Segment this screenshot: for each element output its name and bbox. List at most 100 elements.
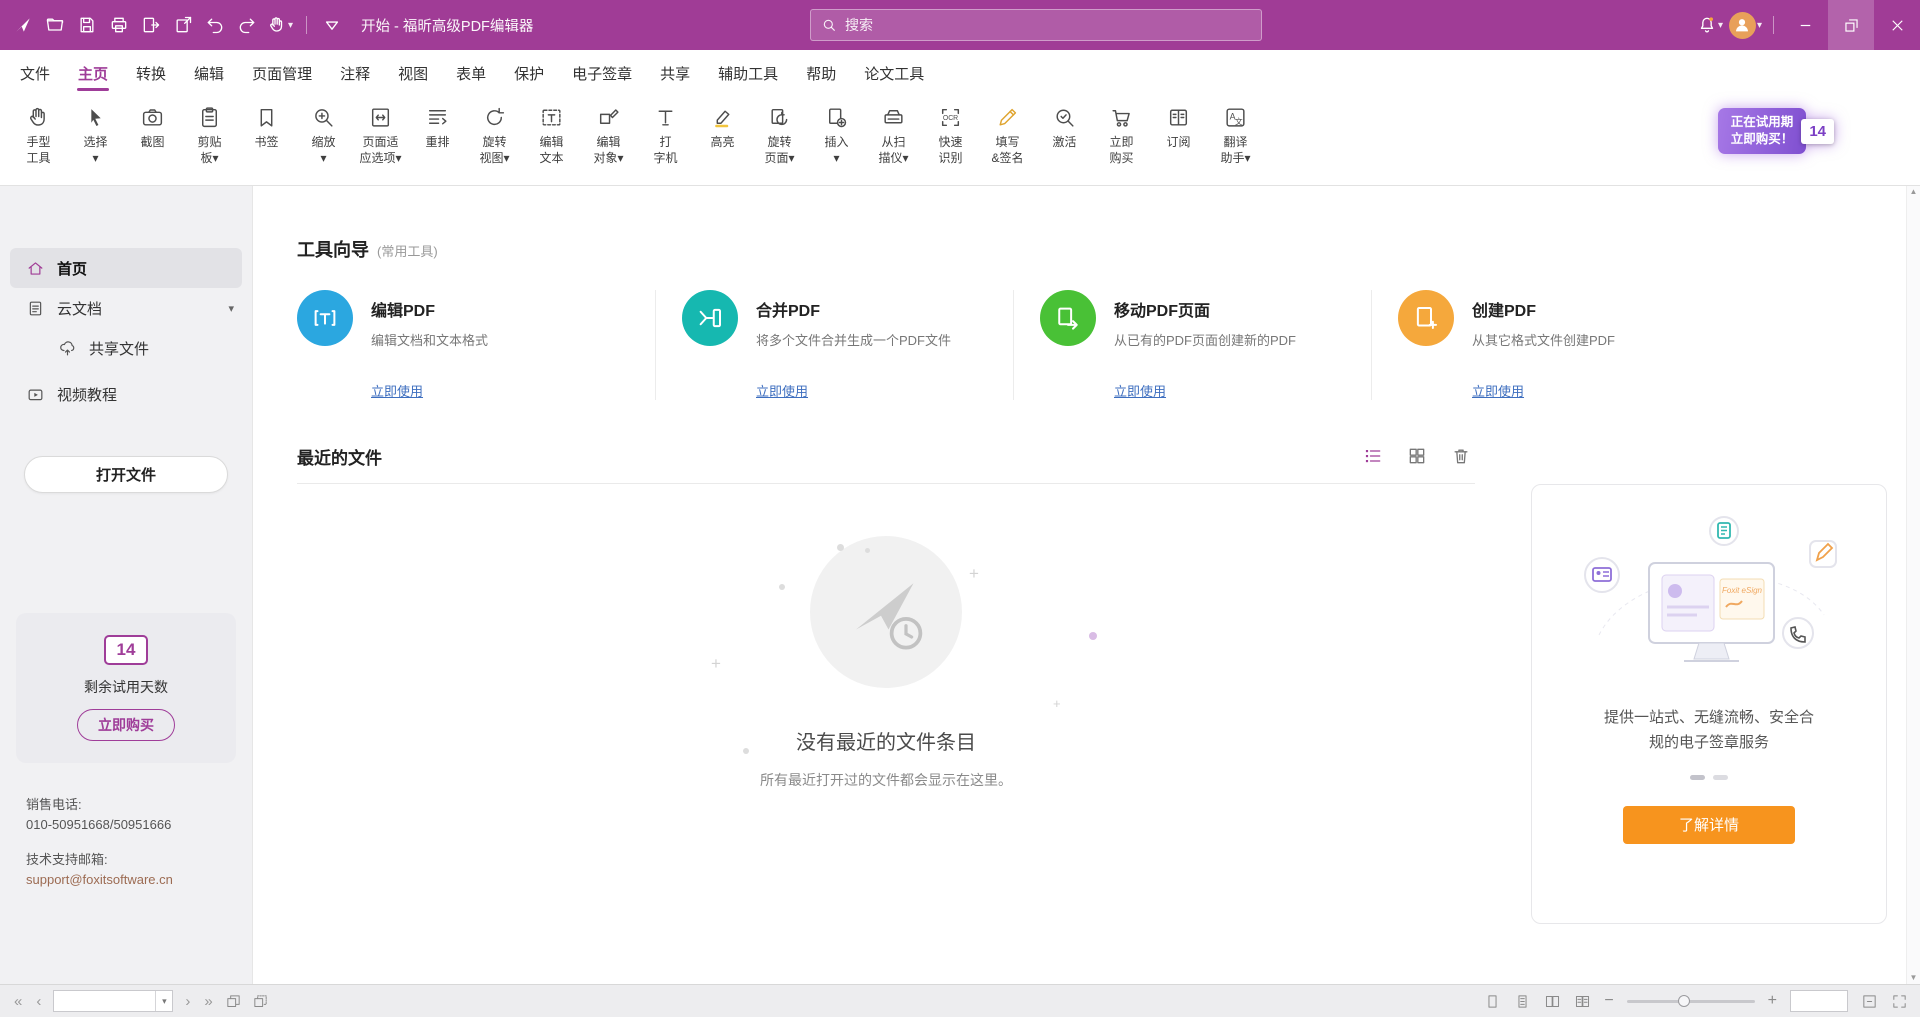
ribbon-tool-zoom[interactable]: 缩放▾: [297, 101, 350, 185]
carousel-dot[interactable]: [1713, 775, 1728, 780]
page-number-box[interactable]: ▾: [53, 990, 173, 1012]
ribbon-tool-highlight[interactable]: 高亮: [696, 101, 749, 185]
continuous-view-button[interactable]: [1514, 993, 1531, 1010]
snapshot-pages-icon[interactable]: [225, 993, 242, 1010]
ribbon-tool-fit-options[interactable]: 页面适应选项▾: [354, 101, 407, 185]
zoom-level-input[interactable]: [1791, 991, 1847, 1011]
ribbon-tool-subscribe[interactable]: 订阅: [1152, 101, 1205, 185]
ribbon-tool-fill-sign[interactable]: 填写&签名: [981, 101, 1034, 185]
buy-now-button[interactable]: 立即购买: [77, 709, 175, 741]
sidebar-item-cloud-docs[interactable]: 云文档 ▾: [0, 288, 252, 328]
menu-comment[interactable]: 注释: [326, 50, 384, 96]
menu-edit[interactable]: 编辑: [180, 50, 238, 96]
use-now-link[interactable]: 立即使用: [756, 381, 808, 400]
user-avatar[interactable]: ▾: [1726, 8, 1765, 42]
ribbon-tool-activate[interactable]: 激活: [1038, 101, 1091, 185]
ribbon-mode-button[interactable]: [317, 8, 347, 42]
tool-card-edit-pdf[interactable]: 编辑PDF 编辑文档和文本格式 立即使用: [297, 290, 655, 400]
trial-badge[interactable]: 正在试用期 立即购买！: [1718, 108, 1807, 154]
share-doc-icon[interactable]: [168, 8, 198, 42]
list-view-button[interactable]: [1363, 446, 1383, 466]
zoom-slider-thumb[interactable]: [1678, 995, 1690, 1007]
tool-card-move-pages[interactable]: 移动PDF页面 从已有的PDF页面创建新的PDF 立即使用: [1013, 290, 1371, 400]
ribbon-tool-rotate-view[interactable]: 旋转视图▾: [468, 101, 521, 185]
ribbon-tool-hand[interactable]: 手型工具: [12, 101, 65, 185]
close-button[interactable]: [1874, 0, 1920, 50]
fullscreen-button[interactable]: [1891, 993, 1908, 1010]
zoom-slider[interactable]: [1627, 1000, 1755, 1003]
menu-file[interactable]: 文件: [6, 50, 64, 96]
grid-view-button[interactable]: [1407, 446, 1427, 466]
open-file-pill-button[interactable]: 打开文件: [24, 456, 228, 493]
ribbon-tool-bookmark[interactable]: 书签: [240, 101, 293, 185]
export-icon[interactable]: [136, 8, 166, 42]
menu-page-manage[interactable]: 页面管理: [238, 50, 326, 96]
next-page-button[interactable]: ›: [183, 994, 192, 1009]
search-box[interactable]: [810, 9, 1262, 41]
menu-help[interactable]: 帮助: [792, 50, 850, 96]
ribbon-tool-buy-now[interactable]: 立即购买: [1095, 101, 1148, 185]
trash-icon[interactable]: [1451, 446, 1471, 466]
ribbon-tool-from-scanner[interactable]: 从扫描仪▾: [867, 101, 920, 185]
open-file-button[interactable]: [40, 8, 70, 42]
ribbon-tool-typewriter[interactable]: 打字机: [639, 101, 692, 185]
save-button[interactable]: [72, 8, 102, 42]
learn-more-button[interactable]: 了解详情: [1623, 806, 1795, 844]
tool-card-create-pdf[interactable]: 创建PDF 从其它格式文件创建PDF 立即使用: [1371, 290, 1729, 400]
carousel-dot-active[interactable]: [1690, 775, 1705, 780]
sidebar-item-video-tutorials[interactable]: 视频教程: [0, 374, 252, 414]
menu-share[interactable]: 共享: [646, 50, 704, 96]
trial-banner[interactable]: 正在试用期 立即购买！ 14: [1718, 108, 1834, 154]
ribbon-tool-translate[interactable]: A文 翻译助手▾: [1209, 101, 1262, 185]
sidebar-item-shared-files[interactable]: 共享文件: [0, 328, 252, 368]
minimize-button[interactable]: [1782, 0, 1828, 50]
ribbon-tool-clipboard[interactable]: 剪贴板▾: [183, 101, 236, 185]
notifications-bell-icon[interactable]: ▾: [1694, 8, 1726, 42]
print-button[interactable]: [104, 8, 134, 42]
ribbon-tool-quick-ocr[interactable]: OCR 快速识别: [924, 101, 977, 185]
menu-paper-tools[interactable]: 论文工具: [850, 50, 938, 96]
menu-form[interactable]: 表单: [442, 50, 500, 96]
page-dropdown-caret[interactable]: ▾: [155, 991, 172, 1011]
chevron-down-icon[interactable]: ▾: [228, 302, 234, 315]
tool-card-merge-pdf[interactable]: 合并PDF 将多个文件合并生成一个PDF文件 立即使用: [655, 290, 1013, 400]
vertical-scrollbar[interactable]: ▲ ▼: [1906, 186, 1920, 984]
prev-page-button[interactable]: ‹: [34, 994, 43, 1009]
fit-page-button[interactable]: [1861, 993, 1878, 1010]
use-now-link[interactable]: 立即使用: [1472, 381, 1524, 400]
menu-protect[interactable]: 保护: [500, 50, 558, 96]
menu-convert[interactable]: 转换: [122, 50, 180, 96]
ribbon-tool-edit-object[interactable]: 编辑对象▾: [582, 101, 635, 185]
sidebar-item-home[interactable]: 首页: [10, 248, 242, 288]
support-email-link[interactable]: support@foxitsoftware.cn: [26, 870, 252, 890]
ribbon-tool-reflow[interactable]: 重排: [411, 101, 464, 185]
scroll-down-arrow[interactable]: ▼: [1910, 973, 1918, 983]
zoom-in-button[interactable]: +: [1768, 993, 1777, 1009]
scroll-up-arrow[interactable]: ▲: [1910, 187, 1918, 197]
ribbon-tool-edit-text[interactable]: 编辑文本: [525, 101, 578, 185]
page-number-input[interactable]: [54, 994, 155, 1008]
search-input[interactable]: [845, 17, 1251, 33]
carousel-dots[interactable]: [1690, 775, 1728, 780]
menu-home[interactable]: 主页: [64, 50, 122, 96]
redo-button[interactable]: [232, 8, 262, 42]
use-now-link[interactable]: 立即使用: [371, 381, 423, 400]
ribbon-tool-insert[interactable]: 插入▾: [810, 101, 863, 185]
zoom-out-button[interactable]: −: [1604, 993, 1613, 1009]
ribbon-tool-snapshot[interactable]: 截图: [126, 101, 179, 185]
undo-button[interactable]: [200, 8, 230, 42]
menu-esign[interactable]: 电子签章: [558, 50, 646, 96]
first-page-button[interactable]: «: [12, 994, 24, 1009]
menu-view[interactable]: 视图: [384, 50, 442, 96]
facing-view-button[interactable]: [1544, 993, 1561, 1010]
single-page-view-button[interactable]: [1484, 993, 1501, 1010]
facing-continuous-view-button[interactable]: [1574, 993, 1591, 1010]
copy-pages-icon[interactable]: [252, 993, 269, 1010]
use-now-link[interactable]: 立即使用: [1114, 381, 1166, 400]
ribbon-tool-rotate-pages[interactable]: 旋转页面▾: [753, 101, 806, 185]
menu-accessibility[interactable]: 辅助工具: [704, 50, 792, 96]
quick-hand-tool-button[interactable]: ▾: [264, 8, 296, 42]
restore-button[interactable]: [1828, 0, 1874, 50]
ribbon-tool-select[interactable]: 选择▾: [69, 101, 122, 185]
last-page-button[interactable]: »: [202, 994, 214, 1009]
